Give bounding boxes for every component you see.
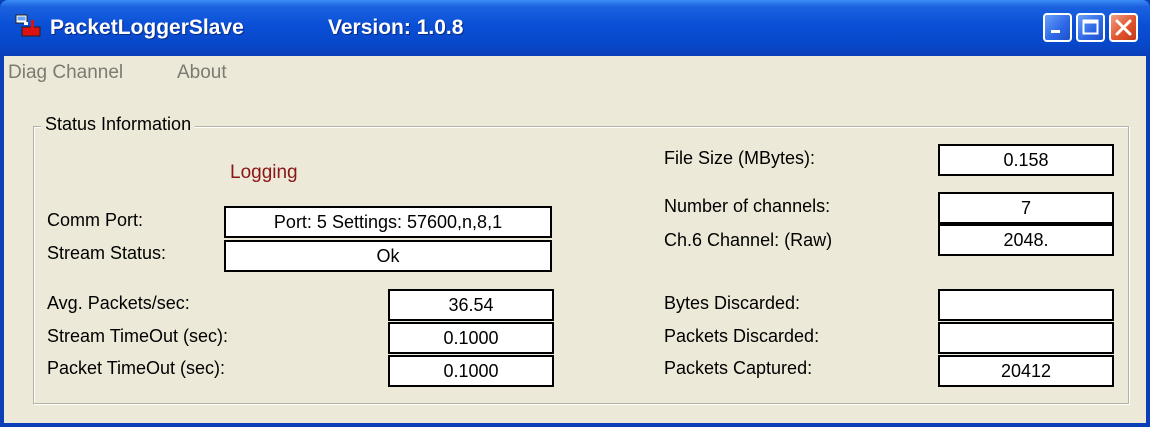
file-size-label: File Size (MBytes): (664, 148, 816, 168)
minimize-button[interactable] (1043, 13, 1072, 42)
menu-about[interactable]: About (177, 62, 227, 84)
app-window: PacketLoggerSlave Version: 1.0.8 Diag Ch… (0, 0, 1150, 427)
avg-packets-label: Avg. Packets/sec: (47, 293, 190, 313)
packets-captured-field: 20412 (938, 355, 1114, 387)
close-icon (1115, 19, 1132, 36)
packets-discarded-label: Packets Discarded: (664, 326, 820, 346)
maximize-icon (1082, 19, 1099, 35)
channel-label: Ch.6 Channel: (Raw) (664, 230, 833, 250)
packets-discarded-field (938, 322, 1114, 354)
num-channels-field: 7 (938, 192, 1114, 224)
packet-timeout-label: Packet TimeOut (sec): (47, 358, 226, 378)
stream-status-field: Ok (224, 240, 552, 272)
window-title: PacketLoggerSlave (50, 16, 244, 39)
menu-diag-channel[interactable]: Diag Channel (8, 62, 123, 84)
packets-captured-label: Packets Captured: (664, 358, 813, 378)
num-channels-label: Number of channels: (664, 196, 831, 216)
close-button[interactable] (1109, 13, 1138, 42)
avg-packets-field: 36.54 (388, 289, 554, 321)
client-area: Status Information Logging Comm Port: Po… (4, 92, 1146, 423)
bytes-discarded-label: Bytes Discarded: (664, 293, 801, 313)
file-size-field: 0.158 (938, 144, 1114, 176)
minimize-icon (1051, 30, 1060, 33)
stream-timeout-label: Stream TimeOut (sec): (47, 326, 229, 346)
comm-port-label: Comm Port: (47, 210, 144, 230)
packet-timeout-field: 0.1000 (388, 355, 554, 387)
group-title: Status Information (41, 114, 196, 135)
logging-status: Logging (230, 162, 298, 183)
bytes-discarded-field (938, 289, 1114, 321)
maximize-button[interactable] (1076, 13, 1105, 42)
stream-status-label: Stream Status: (47, 243, 167, 263)
menu-bar: Diag Channel About (4, 56, 1146, 92)
app-icon (15, 14, 41, 37)
comm-port-field: Port: 5 Settings: 57600,n,8,1 (224, 206, 552, 238)
stream-timeout-field: 0.1000 (388, 322, 554, 354)
channel-field: 2048. (938, 224, 1114, 256)
caption-buttons (1043, 13, 1138, 42)
title-bar[interactable]: PacketLoggerSlave Version: 1.0.8 (0, 0, 1150, 56)
version-label: Version: 1.0.8 (328, 16, 464, 39)
